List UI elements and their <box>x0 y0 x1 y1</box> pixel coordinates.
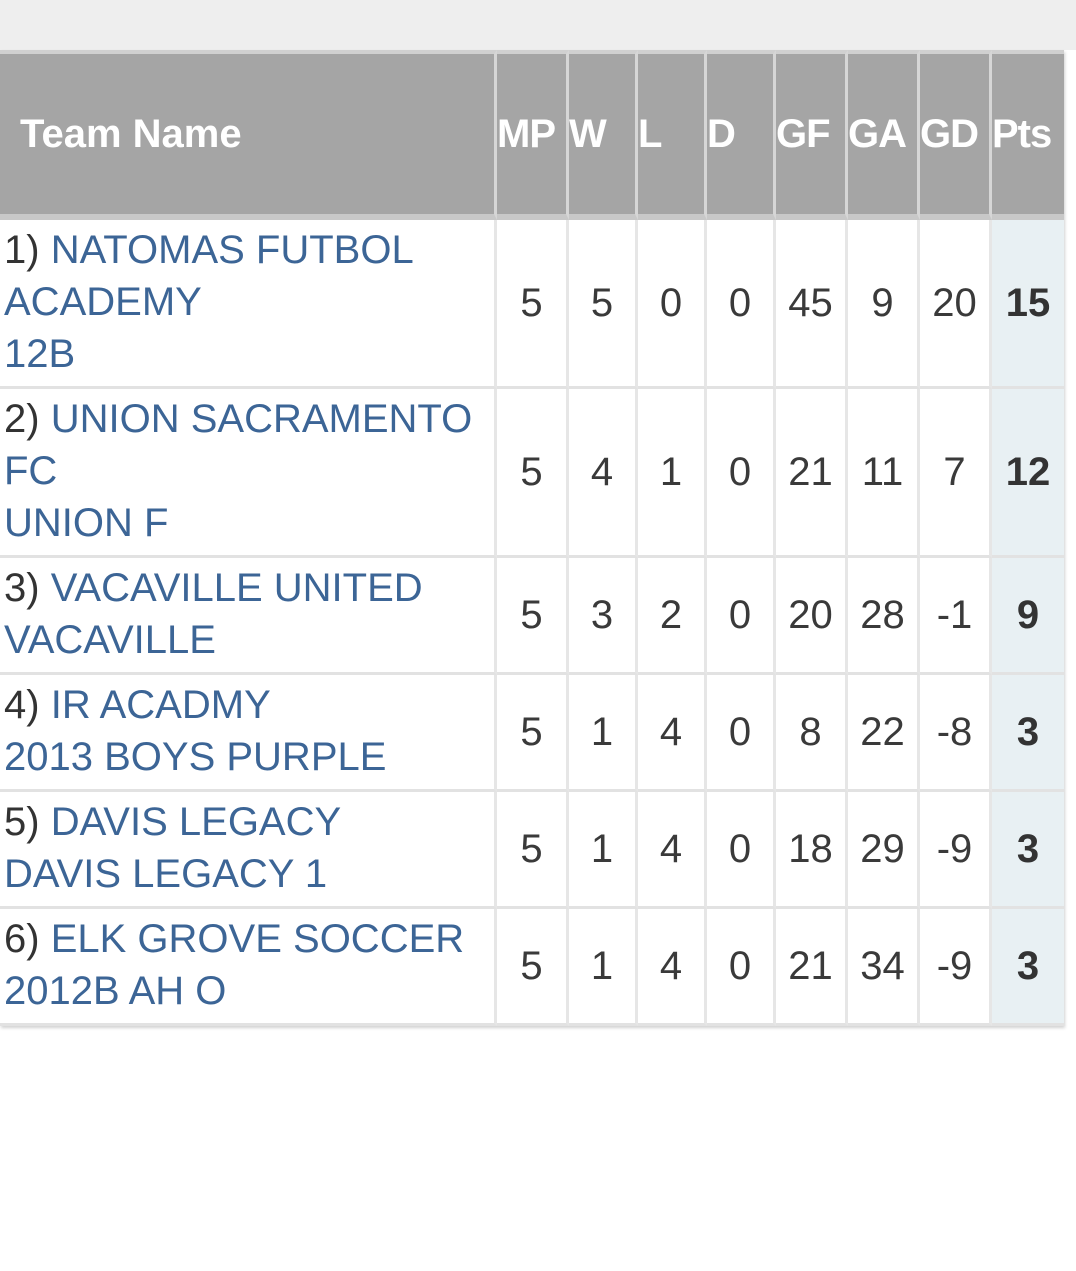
ga-cell: 29 <box>848 792 920 909</box>
gf-cell: 8 <box>776 675 848 792</box>
gd-cell: -9 <box>920 792 992 909</box>
w-cell: 1 <box>569 792 638 909</box>
mp-cell: 5 <box>497 220 569 389</box>
header-d[interactable]: D <box>707 50 776 220</box>
ga-cell: 9 <box>848 220 920 389</box>
mp-cell: 5 <box>497 675 569 792</box>
club-name-link[interactable]: NATOMAS FUTBOL ACADEMY <box>4 228 412 324</box>
team-cell: 4) IR ACADMY 2013 BOYS PURPLE <box>0 675 497 792</box>
table-row: 1) NATOMAS FUTBOL ACADEMY 12B 5 5 0 0 45… <box>0 220 1064 389</box>
team-cell: 2) UNION SACRAMENTO FC UNION F <box>0 389 497 558</box>
ga-cell: 11 <box>848 389 920 558</box>
gd-cell: -8 <box>920 675 992 792</box>
club-name-link[interactable]: UNION SACRAMENTO FC <box>4 397 472 493</box>
mp-cell: 5 <box>497 792 569 909</box>
pts-cell: 3 <box>992 909 1064 1026</box>
gf-cell: 18 <box>776 792 848 909</box>
standings-table: Team Name MP W L D GF GA GD Pts 1) NATOM… <box>0 50 1064 1026</box>
d-cell: 0 <box>707 220 776 389</box>
w-cell: 3 <box>569 558 638 675</box>
l-cell: 1 <box>638 389 707 558</box>
d-cell: 0 <box>707 558 776 675</box>
rank: 2) <box>4 397 40 441</box>
rank: 1) <box>4 228 40 272</box>
table-row: 6) ELK GROVE SOCCER 2012B AH O 5 1 4 0 2… <box>0 909 1064 1026</box>
table-row: 5) DAVIS LEGACY DAVIS LEGACY 1 5 1 4 0 1… <box>0 792 1064 909</box>
team-name[interactable]: 12B <box>4 328 494 380</box>
gd-cell: 7 <box>920 389 992 558</box>
header-row: Team Name MP W L D GF GA GD Pts <box>0 50 1064 220</box>
pts-cell: 9 <box>992 558 1064 675</box>
table-row: 3) VACAVILLE UNITED VACAVILLE 5 3 2 0 20… <box>0 558 1064 675</box>
mp-cell: 5 <box>497 909 569 1026</box>
d-cell: 0 <box>707 909 776 1026</box>
gd-cell: -1 <box>920 558 992 675</box>
standings-body: 1) NATOMAS FUTBOL ACADEMY 12B 5 5 0 0 45… <box>0 220 1064 1026</box>
club-name-link[interactable]: DAVIS LEGACY <box>51 800 341 844</box>
w-cell: 1 <box>569 675 638 792</box>
standings-header: Team Name MP W L D GF GA GD Pts <box>0 50 1064 220</box>
team-cell: 5) DAVIS LEGACY DAVIS LEGACY 1 <box>0 792 497 909</box>
header-ga[interactable]: GA <box>848 50 920 220</box>
mp-cell: 5 <box>497 389 569 558</box>
header-team-name[interactable]: Team Name <box>0 50 497 220</box>
gf-cell: 21 <box>776 909 848 1026</box>
table-row: 2) UNION SACRAMENTO FC UNION F 5 4 1 0 2… <box>0 389 1064 558</box>
pts-cell: 3 <box>992 792 1064 909</box>
rank: 6) <box>4 917 40 961</box>
rank: 3) <box>4 566 40 610</box>
l-cell: 0 <box>638 220 707 389</box>
team-cell: 3) VACAVILLE UNITED VACAVILLE <box>0 558 497 675</box>
top-band <box>0 0 1076 50</box>
mp-cell: 5 <box>497 558 569 675</box>
rank: 5) <box>4 800 40 844</box>
team-name[interactable]: 2013 BOYS PURPLE <box>4 731 494 783</box>
gd-cell: 20 <box>920 220 992 389</box>
header-l[interactable]: L <box>638 50 707 220</box>
l-cell: 4 <box>638 792 707 909</box>
d-cell: 0 <box>707 675 776 792</box>
pts-cell: 3 <box>992 675 1064 792</box>
d-cell: 0 <box>707 389 776 558</box>
pts-cell: 15 <box>992 220 1064 389</box>
header-gf[interactable]: GF <box>776 50 848 220</box>
team-cell: 1) NATOMAS FUTBOL ACADEMY 12B <box>0 220 497 389</box>
l-cell: 2 <box>638 558 707 675</box>
w-cell: 1 <box>569 909 638 1026</box>
d-cell: 0 <box>707 792 776 909</box>
gf-cell: 21 <box>776 389 848 558</box>
club-name-link[interactable]: VACAVILLE UNITED <box>51 566 423 610</box>
gd-cell: -9 <box>920 909 992 1026</box>
ga-cell: 28 <box>848 558 920 675</box>
gf-cell: 45 <box>776 220 848 389</box>
club-name-link[interactable]: ELK GROVE SOCCER <box>51 917 464 961</box>
gf-cell: 20 <box>776 558 848 675</box>
w-cell: 4 <box>569 389 638 558</box>
team-name[interactable]: VACAVILLE <box>4 614 494 666</box>
club-name-link[interactable]: IR ACADMY <box>51 683 271 727</box>
team-name[interactable]: DAVIS LEGACY 1 <box>4 848 494 900</box>
l-cell: 4 <box>638 675 707 792</box>
team-name[interactable]: 2012B AH O <box>4 965 494 1017</box>
table-row: 4) IR ACADMY 2013 BOYS PURPLE 5 1 4 0 8 … <box>0 675 1064 792</box>
ga-cell: 22 <box>848 675 920 792</box>
header-gd[interactable]: GD <box>920 50 992 220</box>
ga-cell: 34 <box>848 909 920 1026</box>
w-cell: 5 <box>569 220 638 389</box>
header-w[interactable]: W <box>569 50 638 220</box>
team-name[interactable]: UNION F <box>4 497 494 549</box>
header-pts[interactable]: Pts <box>992 50 1064 220</box>
rank: 4) <box>4 683 40 727</box>
header-mp[interactable]: MP <box>497 50 569 220</box>
l-cell: 4 <box>638 909 707 1026</box>
team-cell: 6) ELK GROVE SOCCER 2012B AH O <box>0 909 497 1026</box>
pts-cell: 12 <box>992 389 1064 558</box>
